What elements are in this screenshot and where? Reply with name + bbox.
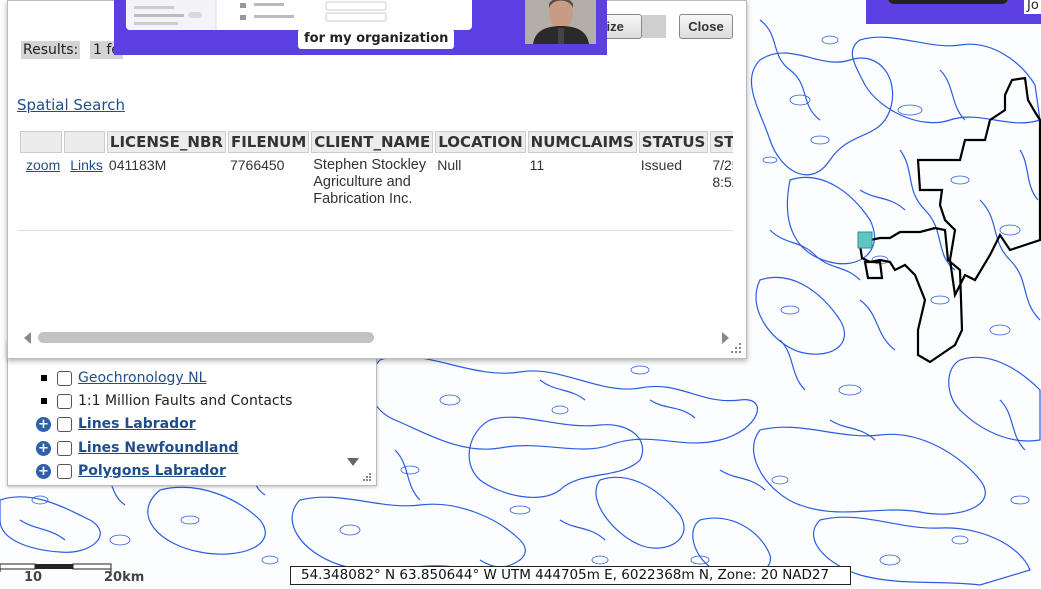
results-label: Results:: [21, 41, 81, 59]
video-thumbnail: [126, 0, 472, 30]
resize-grip-icon[interactable]: [362, 472, 372, 482]
layer-checkbox[interactable]: [57, 416, 72, 432]
results-table: LICENSE_NBR FILENUM CLIENT_NAME LOCATION…: [18, 129, 733, 212]
video-screenshot-icon: [126, 0, 387, 30]
bullet-icon: [41, 398, 47, 404]
overlay-corner-text: Jo: [1024, 0, 1041, 14]
column-header-numclaims[interactable]: NUMCLAIMS: [527, 131, 637, 153]
cell-license-nbr: 041183M: [108, 157, 167, 173]
bullet-icon: [41, 375, 47, 381]
layer-checkbox[interactable]: [57, 440, 72, 456]
table-row: zoom Links 041183M 7766450 Stephen Stock…: [20, 155, 733, 210]
column-header: [20, 131, 63, 153]
layer-checkbox[interactable]: [57, 463, 72, 479]
cell-status: Issued: [640, 157, 683, 173]
spatial-search-link[interactable]: Spatial Search: [17, 96, 125, 114]
scrollbar-thumb[interactable]: [38, 332, 374, 343]
layer-label: 1:1 Million Faults and Contacts: [78, 393, 293, 409]
close-button[interactable]: Close: [679, 14, 733, 39]
cell-numclaims: 11: [529, 157, 545, 173]
layer-checkbox[interactable]: [57, 370, 72, 386]
top-right-overlay[interactable]: Jo: [866, 0, 1041, 24]
expand-plus-icon[interactable]: +: [36, 440, 51, 456]
column-header-license-nbr[interactable]: LICENSE_NBR: [106, 131, 226, 153]
layer-item-lines-newfoundland[interactable]: + Lines Newfoundland: [36, 437, 238, 459]
cell-location: Null: [437, 157, 462, 173]
layer-label[interactable]: Lines Labrador: [78, 416, 196, 432]
person-icon: [525, 0, 596, 44]
scroll-right-icon[interactable]: [722, 332, 729, 344]
coordinate-readout: 54.348082° N 63.850644° W UTM 444705m E,…: [290, 566, 851, 585]
layer-item-polygons-labrador[interactable]: + Polygons Labrador: [36, 460, 226, 482]
column-header-status[interactable]: STATUS: [638, 131, 709, 153]
layer-item-geochronology[interactable]: Geochronology NL: [36, 367, 206, 389]
column-header: [64, 131, 105, 153]
cell-filenum: 7766450: [229, 157, 285, 173]
layer-item-faults-contacts[interactable]: 1:1 Million Faults and Contacts: [36, 390, 292, 412]
selected-claim[interactable]: [857, 231, 873, 249]
video-caption: for my organization: [298, 29, 455, 49]
layer-list-panel[interactable]: Geochronology NL 1:1 Million Faults and …: [7, 340, 377, 486]
resize-grip-icon[interactable]: [730, 342, 742, 354]
zoom-link[interactable]: zoom: [26, 157, 60, 173]
expand-plus-icon[interactable]: +: [36, 463, 51, 479]
table-header-row: LICENSE_NBR FILENUM CLIENT_NAME LOCATION…: [20, 131, 733, 153]
layer-label[interactable]: Polygons Labrador: [78, 463, 226, 479]
layer-item-lines-labrador[interactable]: + Lines Labrador: [36, 413, 196, 435]
overlay-pill: [888, 0, 1008, 4]
horizontal-scrollbar[interactable]: [18, 329, 733, 347]
column-header-stakedate[interactable]: STAKEDAT: [710, 131, 733, 153]
layer-label[interactable]: Lines Newfoundland: [78, 440, 238, 456]
cell-stakedate: 7/25/2026 8:52:09 AM: [712, 157, 733, 190]
links-link[interactable]: Links: [70, 157, 103, 173]
minimize-button-edge: [642, 15, 666, 38]
expand-plus-icon[interactable]: +: [36, 416, 51, 432]
video-presenter-image: [525, 0, 596, 44]
scroll-down-icon[interactable]: [347, 458, 359, 466]
column-header-filenum[interactable]: FILENUM: [227, 131, 310, 153]
layer-checkbox[interactable]: [57, 393, 72, 409]
layer-label[interactable]: Geochronology NL: [78, 370, 206, 386]
cell-client-name: Stephen Stockley Agriculture and Fabrica…: [313, 157, 427, 207]
scroll-left-icon[interactable]: [24, 332, 31, 344]
results-table-container: LICENSE_NBR FILENUM CLIENT_NAME LOCATION…: [18, 129, 733, 231]
scale-label-20: 20km: [104, 570, 145, 585]
column-header-client-name[interactable]: CLIENT_NAME: [311, 131, 434, 153]
video-ad-overlay[interactable]: for my organization: [114, 0, 607, 55]
column-header-location[interactable]: LOCATION: [435, 131, 526, 153]
scale-label-10: 10: [24, 570, 43, 585]
